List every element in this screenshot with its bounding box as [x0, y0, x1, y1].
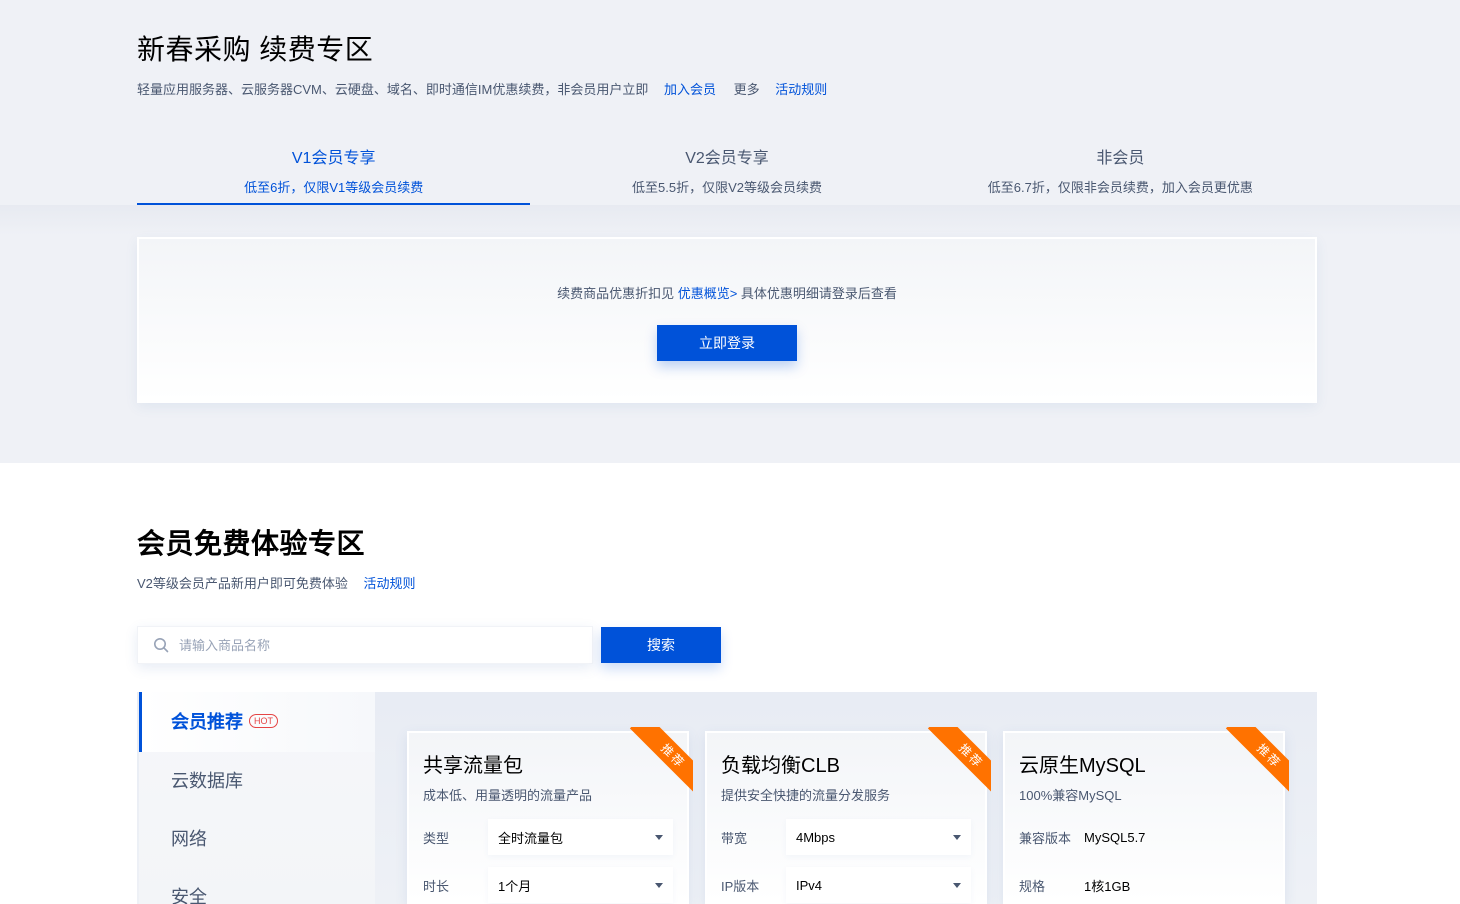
- select-value: 1个月: [498, 878, 532, 894]
- card-subtitle: 100%兼容MySQL: [1019, 788, 1122, 803]
- card-title: 共享流量包: [423, 755, 523, 777]
- trial-desc-text: V2等级会员产品新用户即可免费体验: [137, 576, 348, 591]
- recommend-ribbon: 推荐: [1213, 727, 1289, 795]
- trial-description: V2等级会员产品新用户即可免费体验 活动规则: [137, 573, 416, 592]
- caret-down-icon: [655, 882, 663, 888]
- option-label: 类型: [423, 830, 450, 846]
- trial-title: 会员免费体验专区: [137, 528, 366, 559]
- renewal-section: 新春采购 续费专区 轻量应用服务器、云服务器CVM、云硬盘、域名、即时通信IM优…: [0, 0, 1460, 463]
- tab-sublabel: 低至6.7折，仅限非会员续费，加入会员更优惠: [987, 180, 1253, 195]
- card-title: 云原生MySQL: [1019, 755, 1146, 777]
- select-value: 全时流量包: [498, 830, 564, 846]
- card-option-row: IP版本 IPv4: [721, 867, 971, 903]
- tab-label: 非会员: [1096, 150, 1145, 167]
- recommend-ribbon: 推荐: [617, 727, 693, 795]
- join-member-link[interactable]: 加入会员: [664, 82, 716, 97]
- product-search: [137, 626, 593, 664]
- sidebar-item-label: 安全: [171, 887, 207, 904]
- card-info-row: 兼容版本 MySQL5.7: [1019, 819, 1145, 855]
- caret-down-icon: [953, 834, 961, 840]
- more-text: 更多: [733, 82, 760, 97]
- sidebar-item-cloud-database[interactable]: 云数据库: [139, 752, 375, 810]
- product-card-traffic-package: 推荐 共享流量包 成本低、用量透明的流量产品 类型 全时流量包 时长 1个月: [407, 727, 693, 904]
- renewal-description: 轻量应用服务器、云服务器CVM、云硬盘、域名、即时通信IM优惠续费，非会员用户立…: [137, 79, 827, 98]
- hot-badge: HOT: [249, 714, 278, 729]
- renewal-desc-text: 轻量应用服务器、云服务器CVM、云硬盘、域名、即时通信IM优惠续费，非会员用户立…: [137, 82, 649, 97]
- tab-v1-member[interactable]: V1会员专享 低至6折，仅限V1等级会员续费: [137, 132, 531, 205]
- recommend-ribbon: 推荐: [915, 727, 991, 795]
- discount-overview-link[interactable]: 优惠概览>: [678, 286, 738, 301]
- ip-version-select[interactable]: IPv4: [786, 867, 971, 903]
- card-option-row: 带宽 4Mbps: [721, 819, 971, 855]
- search-button[interactable]: 搜索: [601, 627, 721, 663]
- login-tip-after: 具体优惠明细请登录后查看: [737, 286, 897, 301]
- select-value: 4Mbps: [796, 829, 836, 845]
- tab-v2-member[interactable]: V2会员专享 低至5.5折，仅限V2等级会员续费: [530, 132, 923, 205]
- product-card-clb: 推荐 负载均衡CLB 提供安全快捷的流量分发服务 带宽 4Mbps IP版本 I…: [705, 727, 991, 904]
- sidebar-item-network[interactable]: 网络: [139, 810, 375, 868]
- option-label: 时长: [423, 878, 450, 894]
- login-tip: 续费商品优惠折扣见 优惠概览> 具体优惠明细请登录后查看: [139, 283, 1315, 302]
- login-tip-before: 续费商品优惠折扣见: [557, 286, 678, 301]
- login-card: 续费商品优惠折扣见 优惠概览> 具体优惠明细请登录后查看 立即登录: [137, 237, 1317, 403]
- product-card-mysql: 推荐 云原生MySQL 100%兼容MySQL 兼容版本 MySQL5.7 规格…: [1003, 727, 1289, 904]
- caret-down-icon: [655, 834, 663, 840]
- sidebar-item-security[interactable]: 安全: [139, 868, 375, 904]
- tab-sublabel: 低至5.5折，仅限V2等级会员续费: [632, 180, 822, 195]
- option-label: 兼容版本: [1019, 830, 1072, 846]
- card-info-row: 规格 1核1GB: [1019, 867, 1130, 903]
- member-tabs: V1会员专享 低至6折，仅限V1等级会员续费 V2会员专享 低至5.5折，仅限V…: [137, 132, 1317, 205]
- tab-non-member[interactable]: 非会员 低至6.7折，仅限非会员续费，加入会员更优惠: [924, 132, 1317, 205]
- option-value: 1核1GB: [1084, 878, 1131, 894]
- card-option-row: 类型 全时流量包: [423, 819, 673, 855]
- sidebar-item-label: 会员推荐: [171, 712, 243, 732]
- card-subtitle: 提供安全快捷的流量分发服务: [721, 788, 891, 803]
- trial-rules-link[interactable]: 活动规则: [364, 576, 416, 591]
- option-label: IP版本: [721, 878, 760, 894]
- card-option-row: 时长 1个月: [423, 867, 673, 903]
- type-select[interactable]: 全时流量包: [488, 819, 673, 855]
- duration-select[interactable]: 1个月: [488, 867, 673, 903]
- option-label: 规格: [1019, 878, 1046, 894]
- sidebar-item-label: 网络: [171, 829, 207, 849]
- search-icon: [153, 637, 169, 653]
- card-subtitle: 成本低、用量透明的流量产品: [423, 788, 593, 803]
- search-input[interactable]: [179, 637, 579, 653]
- option-value: MySQL5.7: [1084, 829, 1146, 845]
- category-sidebar: 会员推荐 HOT 云数据库 网络 安全: [139, 692, 375, 904]
- renewal-title: 新春采购 续费专区: [137, 34, 374, 65]
- login-button[interactable]: 立即登录: [657, 325, 797, 361]
- card-title: 负载均衡CLB: [721, 755, 840, 777]
- sidebar-item-label: 云数据库: [171, 771, 243, 791]
- bandwidth-select[interactable]: 4Mbps: [786, 819, 971, 855]
- tab-sublabel: 低至6折，仅限V1等级会员续费: [244, 180, 424, 195]
- tab-label: V1会员专享: [291, 150, 376, 167]
- select-value: IPv4: [796, 877, 823, 893]
- caret-down-icon: [953, 882, 961, 888]
- option-label: 带宽: [721, 830, 748, 846]
- renewal-rules-link[interactable]: 活动规则: [775, 82, 827, 97]
- tab-label: V2会员专享: [685, 150, 769, 167]
- sidebar-item-member-recommend[interactable]: 会员推荐 HOT: [139, 692, 375, 752]
